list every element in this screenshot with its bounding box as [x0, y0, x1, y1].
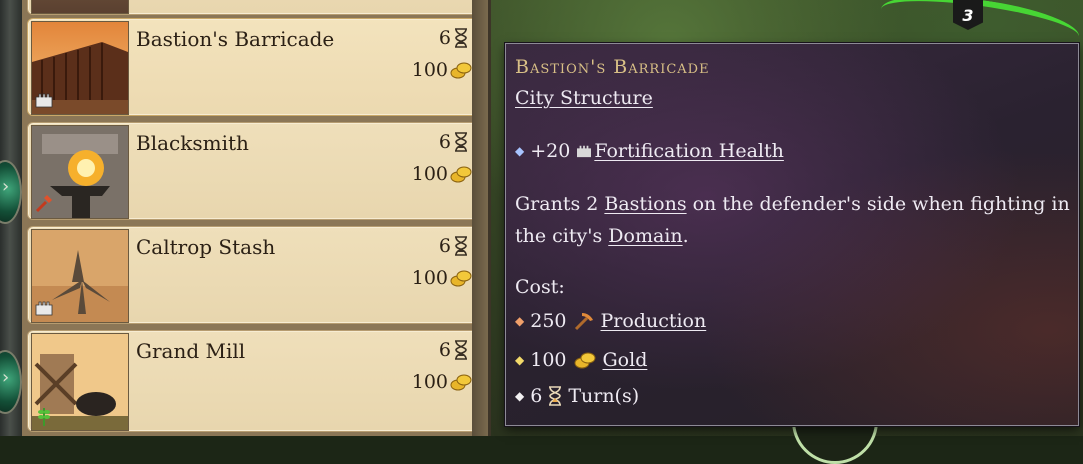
tooltip-description: Grants 2 Bastions on the defender's side…	[515, 188, 1071, 252]
cost-value: 100	[411, 163, 448, 185]
diamond-bullet-icon: ◆	[515, 314, 525, 328]
wheat-icon	[34, 407, 54, 426]
item-turns: 6	[439, 131, 468, 153]
item-name: Bastion's Barricade	[136, 27, 335, 51]
desc-text: Grants 2	[515, 193, 605, 215]
building-thumbnail	[31, 0, 129, 14]
item-cost: 100	[412, 59, 472, 81]
fortification-icon	[577, 145, 592, 158]
cost-value: 100	[411, 267, 448, 289]
item-cost: 100	[412, 267, 472, 289]
hourglass-icon	[455, 132, 467, 152]
cost-value: 100	[411, 371, 448, 393]
cost-line-gold: ◆ 100 Gold	[515, 349, 647, 371]
item-turns: 6	[439, 235, 468, 257]
cost-value: 100	[411, 59, 448, 81]
building-tooltip: Bastion's Barricade City Structure ◆ +20…	[505, 43, 1079, 426]
list-item-grand-mill[interactable]: Grand Mill 6 100	[27, 330, 483, 432]
diamond-bullet-icon: ◆	[515, 353, 525, 367]
domain-link[interactable]: Domain	[608, 225, 682, 247]
item-turns: 6	[439, 27, 468, 49]
effect-line: ◆ +20 Fortification Health	[515, 140, 784, 162]
diamond-bullet-icon: ◆	[515, 389, 525, 403]
turns-value: 6	[438, 235, 451, 257]
gold-coins-icon	[450, 62, 472, 79]
list-item-blacksmith[interactable]: Blacksmith 6 100	[27, 122, 483, 220]
badge-number: 3	[962, 5, 974, 25]
turns-value: 6	[438, 27, 451, 49]
chevron-right-icon[interactable]: ›	[2, 176, 9, 197]
list-item-bastions-barricade[interactable]: Bastion's Barricade 6 100	[27, 18, 483, 116]
cost-value: 6	[530, 385, 543, 407]
gold-link[interactable]: Gold	[603, 349, 648, 371]
item-turns: 6	[439, 339, 468, 361]
hammer-icon	[34, 195, 54, 213]
left-frame: › ›	[0, 0, 24, 436]
bastions-link[interactable]: Bastions	[604, 193, 686, 215]
gold-coins-icon	[450, 270, 472, 287]
hourglass-icon	[549, 386, 562, 406]
list-item-partial[interactable]	[27, 0, 483, 15]
list-scrollbar[interactable]	[472, 0, 488, 436]
item-name: Caltrop Stash	[136, 235, 276, 259]
list-item-caltrop-stash[interactable]: Caltrop Stash 6 100	[27, 226, 483, 324]
gold-coins-icon	[574, 352, 595, 369]
cost-value: 100	[530, 349, 567, 371]
cost-value: 250	[530, 310, 567, 332]
chevron-right-icon[interactable]: ›	[2, 367, 9, 388]
diamond-bullet-icon: ◆	[515, 144, 525, 158]
item-cost: 100	[412, 371, 472, 393]
production-link[interactable]: Production	[601, 310, 707, 332]
cost-line-turns: ◆ 6 Turn(s)	[515, 385, 639, 407]
fortification-icon	[34, 91, 54, 109]
hourglass-icon	[455, 236, 467, 256]
gold-coins-icon	[450, 166, 472, 183]
construction-list: Bastion's Barricade 6 100 Blacksmith 6 1…	[22, 0, 491, 436]
tooltip-category-link[interactable]: City Structure	[515, 87, 653, 109]
turns-label: Turn(s)	[568, 385, 640, 407]
desc-text: .	[682, 225, 689, 247]
turns-value: 6	[438, 339, 451, 361]
hammer-pick-icon	[574, 313, 593, 331]
cost-heading: Cost:	[515, 276, 565, 298]
turns-value: 6	[438, 131, 451, 153]
item-name: Blacksmith	[136, 131, 249, 155]
gold-coins-icon	[450, 374, 472, 391]
item-name: Grand Mill	[136, 339, 246, 363]
fortification-icon	[34, 299, 54, 317]
effect-link[interactable]: Fortification Health	[594, 140, 784, 162]
hourglass-icon	[455, 28, 467, 48]
effect-value: +20	[530, 140, 571, 162]
hourglass-icon	[455, 340, 467, 360]
item-cost: 100	[412, 163, 472, 185]
cost-line-production: ◆ 250 Production	[515, 310, 706, 332]
tooltip-title: Bastion's Barricade	[515, 56, 710, 78]
